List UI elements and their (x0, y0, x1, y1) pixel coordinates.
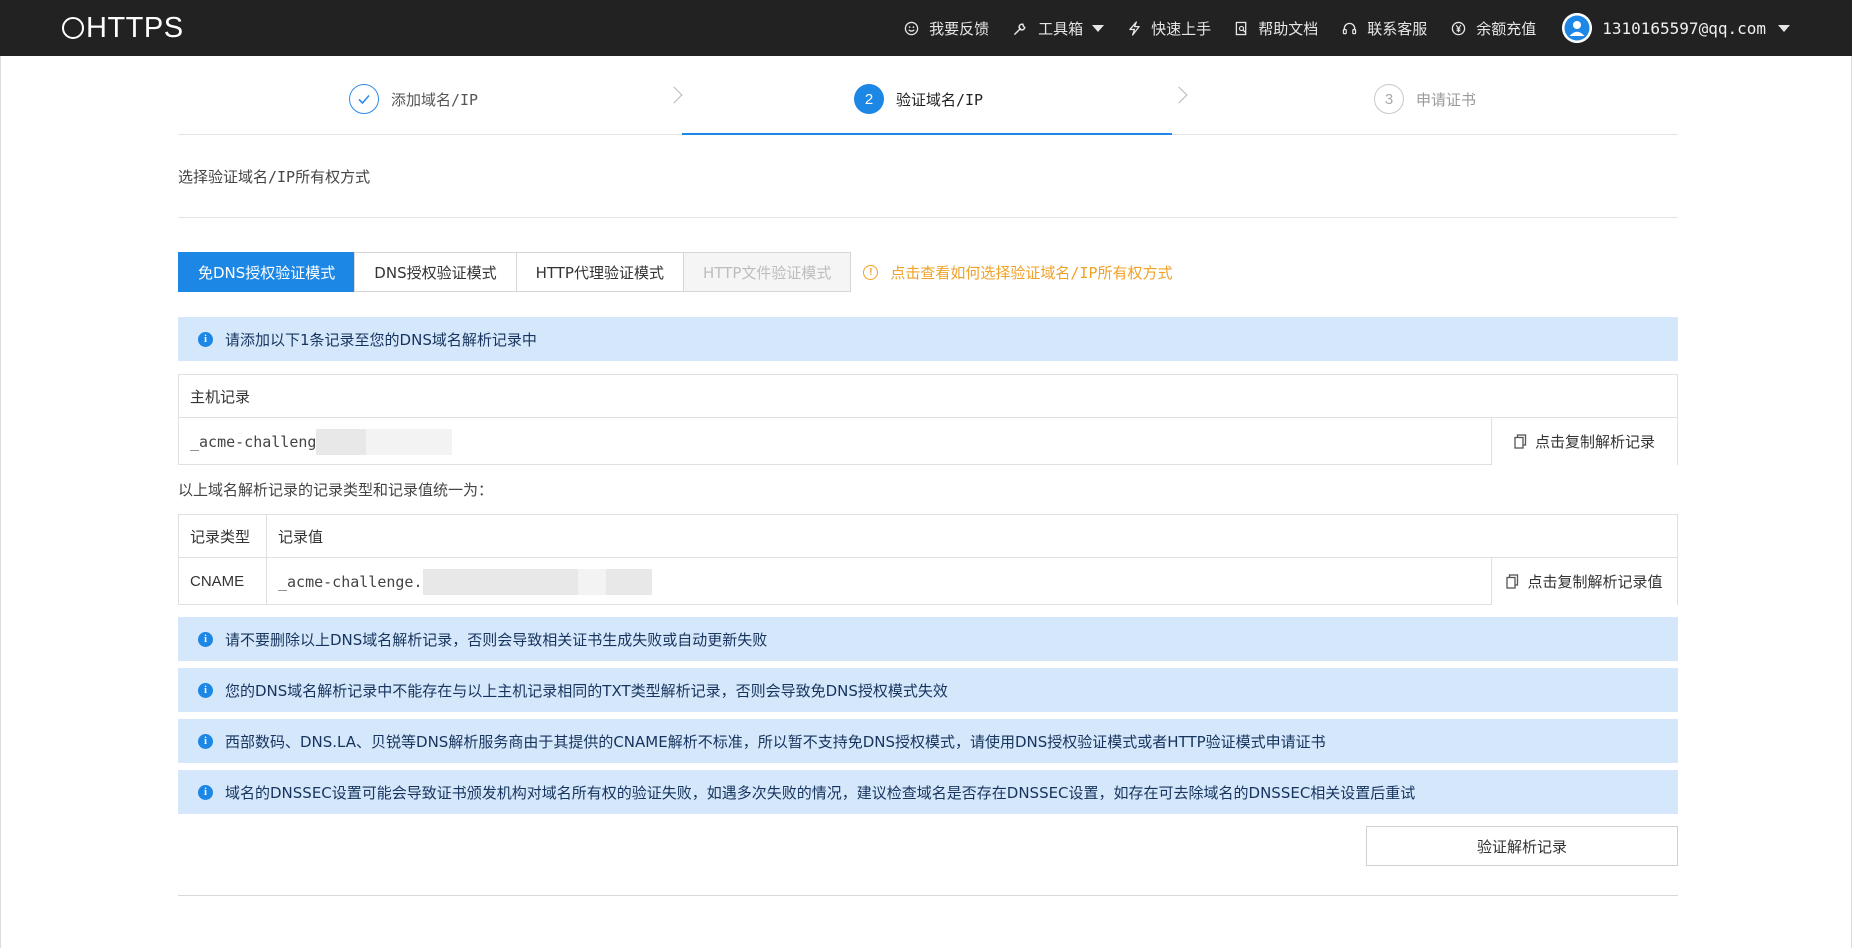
page: 添加域名/IP 2 验证域名/IP 3 申请证书 选择验证域名/IP所有权方式 … (0, 56, 1852, 948)
record-value-text: _acme-challenge. (278, 572, 423, 591)
nav-toolbox-label: 工具箱 (1038, 19, 1084, 38)
record-type-value: CNAME (179, 558, 267, 605)
copy-record-value-label: 点击复制解析记录值 (1527, 573, 1663, 591)
chevron-right-icon (665, 86, 683, 104)
step-label: 申请证书 (1416, 90, 1477, 109)
nav-support-label: 联系客服 (1367, 19, 1428, 38)
tab-http-file: HTTP文件验证模式 (682, 252, 852, 292)
nav-toolbox[interactable]: 工具箱 (1013, 18, 1105, 39)
steps-bar: 添加域名/IP 2 验证域名/IP 3 申请证书 (178, 56, 1678, 135)
host-record-table: 主机记录 _acme-challeng 点击复制解析记录 (178, 374, 1678, 465)
tab-http-proxy[interactable]: HTTP代理验证模式 (515, 252, 684, 292)
nav-feedback-label: 我要反馈 (929, 19, 990, 38)
section-title: 选择验证域名/IP所有权方式 (178, 168, 371, 186)
nav-support[interactable]: 联系客服 (1342, 18, 1427, 39)
divider (178, 895, 1678, 896)
record-type-header: 记录类型 (179, 515, 267, 557)
notice-text: 请不要删除以上DNS域名解析记录，否则会导致相关证书生成失败或自动更新失败 (225, 630, 768, 649)
step-label: 添加域名/IP (391, 90, 479, 109)
wrench-icon (1013, 21, 1028, 36)
bolt-icon (1128, 20, 1141, 36)
copy-icon (1506, 574, 1519, 589)
smile-icon (904, 21, 919, 36)
table-row: _acme-challeng 点击复制解析记录 (179, 417, 1677, 465)
tab-no-dns[interactable]: 免DNS授权验证模式 (178, 252, 356, 292)
step-apply-cert[interactable]: 3 申请证书 (1374, 83, 1476, 115)
notice-banner: i 域名的DNSSEC设置可能会导致证书颁发机构对域名所有权的验证失败，如遇多次… (178, 770, 1678, 814)
host-record-text: _acme-challeng (190, 432, 317, 451)
nav-quickstart-label: 快速上手 (1151, 19, 1212, 38)
notice-banner: i 西部数码、DNS.LA、贝锐等DNS解析服务商由于其提供的CNAME解析不标… (178, 719, 1678, 763)
chevron-right-icon (1170, 86, 1188, 104)
divider (178, 217, 1678, 218)
verify-mode-tabs: 免DNS授权验证模式 DNS授权验证模式 HTTP代理验证模式 HTTP文件验证… (178, 252, 1172, 292)
chevron-down-icon (1092, 24, 1105, 32)
info-text: 请添加以下1条记录至您的DNS域名解析记录中 (225, 330, 537, 349)
yen-circle-icon (1451, 21, 1466, 36)
nav-recharge-label: 余额充值 (1476, 19, 1537, 38)
notice-text: 您的DNS域名解析记录中不能存在与以上主机记录相同的TXT类型解析记录，否则会导… (225, 681, 948, 700)
logo-text: HTTPS (86, 11, 184, 44)
table-header-row: 记录类型 记录值 (179, 515, 1677, 557)
host-record-header: 主机记录 (190, 387, 251, 406)
step-label: 验证域名/IP (896, 90, 984, 109)
nav-recharge[interactable]: 余额充值 (1451, 18, 1536, 39)
notice-banner: i 您的DNS域名解析记录中不能存在与以上主机记录相同的TXT类型解析记录，否则… (178, 668, 1678, 712)
help-link[interactable]: ! 点击查看如何选择验证域名/IP所有权方式 (863, 262, 1172, 283)
nav-quickstart[interactable]: 快速上手 (1128, 18, 1211, 39)
notice-text: 域名的DNSSEC设置可能会导致证书颁发机构对域名所有权的验证失败，如遇多次失败… (225, 783, 1416, 802)
step-add-domain[interactable]: 添加域名/IP (349, 83, 478, 115)
nav-feedback[interactable]: 我要反馈 (904, 18, 989, 39)
info-icon: i (198, 331, 213, 347)
copy-host-record-label: 点击复制解析记录 (1534, 433, 1655, 451)
redacted-block (605, 568, 652, 595)
host-record-value[interactable]: _acme-challeng (179, 418, 453, 465)
tab-dns[interactable]: DNS授权验证模式 (354, 252, 517, 292)
step-verify-domain[interactable]: 2 验证域名/IP (854, 83, 983, 115)
nav-docs-label: 帮助文档 (1258, 19, 1319, 38)
active-step-indicator (682, 133, 1172, 135)
redacted-block (366, 428, 453, 455)
info-icon: i (198, 682, 213, 698)
chevron-down-icon (1778, 24, 1790, 32)
table-row: CNAME _acme-challenge. 点击复制解析记录值 (179, 557, 1677, 605)
top-nav: 我要反馈 工具箱 快速上手 帮助文档 联系客服 余额充值 1310165597@… (904, 0, 1852, 56)
logo-ring-icon (62, 17, 84, 39)
info-banner: i 请添加以下1条记录至您的DNS域名解析记录中 (178, 317, 1678, 361)
user-email: 1310165597@qq.com (1602, 18, 1766, 38)
table-header-row: 主机记录 (179, 375, 1677, 417)
redacted-block (577, 568, 606, 595)
step-number: 3 (1374, 84, 1404, 114)
step-number: 2 (854, 84, 884, 114)
avatar (1562, 13, 1593, 43)
copy-host-record-button[interactable]: 点击复制解析记录 (1491, 418, 1677, 465)
check-icon (349, 84, 379, 114)
copy-record-value-button[interactable]: 点击复制解析记录值 (1491, 558, 1677, 605)
headset-icon (1342, 21, 1357, 36)
document-icon (1235, 21, 1248, 36)
redacted-block (422, 568, 578, 595)
record-value[interactable]: _acme-challenge. (267, 558, 652, 605)
notice-text: 西部数码、DNS.LA、贝锐等DNS解析服务商由于其提供的CNAME解析不标准，… (225, 732, 1326, 751)
copy-icon (1514, 434, 1527, 449)
info-icon: i (198, 784, 213, 800)
logo[interactable]: HTTPS (62, 12, 184, 44)
info-icon: i (198, 631, 213, 647)
top-bar: HTTPS 我要反馈 工具箱 快速上手 帮助文档 联系客服 余额充值 13101… (0, 0, 1852, 56)
record-value-header: 记录值 (278, 527, 324, 546)
nav-docs[interactable]: 帮助文档 (1235, 18, 1318, 39)
redacted-block (316, 428, 367, 455)
help-link-label: 点击查看如何选择验证域名/IP所有权方式 (890, 263, 1173, 282)
record-value-table: 记录类型 记录值 CNAME _acme-challenge. 点击复制解析记录… (178, 514, 1678, 605)
notice-banner: i 请不要删除以上DNS域名解析记录，否则会导致相关证书生成失败或自动更新失败 (178, 617, 1678, 661)
verify-record-button[interactable]: 验证解析记录 (1366, 826, 1678, 866)
info-icon: i (198, 733, 213, 749)
record-note: 以上域名解析记录的记录类型和记录值统一为： (178, 481, 494, 499)
user-menu[interactable]: 1310165597@qq.com (1562, 13, 1790, 43)
info-circle-icon: ! (863, 264, 879, 280)
